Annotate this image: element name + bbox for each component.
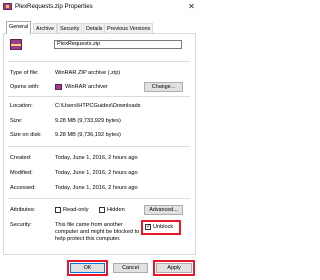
unblock-checkbox[interactable]: ✓ (145, 224, 151, 230)
modified-label: Modified: (10, 170, 33, 176)
window-title: PlexRequests.zip Properties (15, 3, 93, 10)
tab-previous-versions[interactable]: Previous Versions (104, 23, 154, 33)
separator (8, 96, 190, 97)
modified-value: Today, June 1, 2016, 2 hours ago (55, 170, 138, 176)
hidden-label: Hidden (107, 207, 125, 213)
tab-general[interactable]: General (6, 21, 32, 34)
separator (8, 198, 190, 199)
readonly-checkbox[interactable] (55, 207, 61, 213)
size-on-disk-label: Size on disk: (10, 132, 42, 138)
tab-archive[interactable]: Archive (33, 23, 57, 33)
apply-button[interactable]: Apply (156, 263, 192, 273)
security-text-1: This file came from another (55, 222, 123, 228)
unblock-label: Unblock (153, 224, 174, 230)
opens-with-value: WinRAR archiver (65, 84, 108, 90)
type-value: WinRAR ZIP archive (.zip) (55, 70, 121, 76)
size-value: 9.28 MB (9,733,929 bytes) (55, 118, 121, 124)
tab-details[interactable]: Details (83, 23, 106, 33)
created-label: Created: (10, 155, 32, 161)
separator (8, 146, 190, 147)
location-value: C:\Users\HTPCGuides\Downloads (55, 103, 141, 109)
accessed-value: Today, June 1, 2016, 2 hours ago (55, 185, 138, 191)
location-label: Location: (10, 103, 33, 109)
size-on-disk-value: 9.28 MB (9,736,192 bytes) (55, 132, 121, 138)
winrar-app-icon (55, 84, 62, 90)
security-text-3: help protect this computer. (55, 236, 121, 242)
tab-security[interactable]: Security (57, 23, 83, 33)
ok-button[interactable]: OK (70, 263, 105, 273)
file-name-input[interactable]: PlexRequests.zip (54, 40, 182, 49)
winrar-archive-icon (10, 39, 22, 50)
size-label: Size: (10, 118, 23, 124)
separator (8, 61, 190, 62)
hidden-checkbox[interactable] (99, 207, 105, 213)
opens-with-label: Opens with: (10, 84, 40, 90)
advanced-button[interactable]: Advanced... (144, 205, 183, 215)
winrar-archive-icon (3, 3, 12, 10)
type-label: Type of file: (10, 70, 39, 76)
attributes-label: Attributes: (10, 207, 36, 213)
accessed-label: Accessed: (10, 185, 36, 191)
security-text-2: computer and might be blocked to (55, 229, 140, 235)
change-button[interactable]: Change... (144, 82, 183, 92)
close-icon[interactable]: ✕ (186, 2, 197, 12)
security-label: Security: (10, 222, 32, 228)
created-value: Today, June 1, 2016, 2 hours ago (55, 155, 138, 161)
readonly-label: Read-only (63, 207, 89, 213)
cancel-button[interactable]: Cancel (113, 263, 148, 273)
